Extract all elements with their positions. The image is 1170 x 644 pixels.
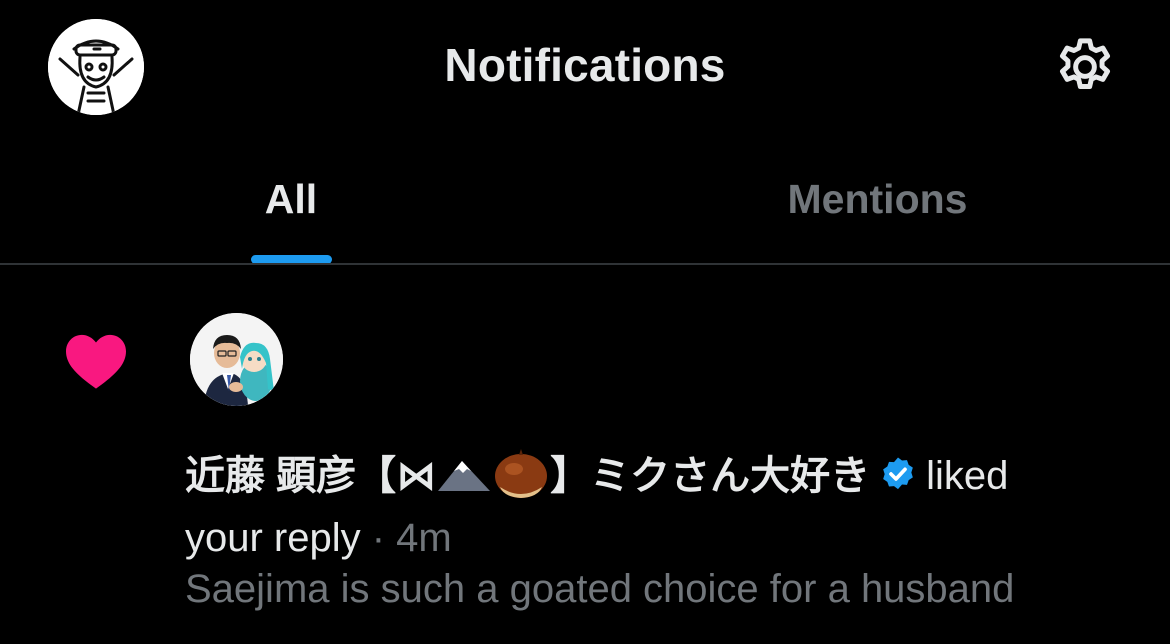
timestamp: 4m: [396, 516, 452, 560]
mountain-emoji-icon: [438, 461, 491, 491]
gear-icon: [1059, 38, 1111, 89]
notification-text: 近藤 顕彦【⋈ 】ミクさん大好き liked your reply · 4m: [185, 445, 1145, 569]
page-title: Notifications: [444, 39, 726, 91]
tab-all-label: All: [264, 175, 318, 222]
reply-preview: Saejima is such a goated choice for a hu…: [185, 567, 1015, 611]
user-name-link[interactable]: 近藤 顕彦【⋈ 】ミクさん大好き: [185, 449, 871, 498]
tab-bar: All Mentions: [0, 134, 1170, 264]
user-name-part1: 近藤 顕彦【⋈: [185, 454, 437, 498]
notification-action: liked: [926, 454, 1009, 498]
tab-mentions[interactable]: Mentions: [585, 134, 1170, 264]
tab-mentions-label: Mentions: [787, 175, 968, 222]
user-photo-icon: [190, 313, 283, 406]
notification-item[interactable]: 近藤 顕彦【⋈ 】ミクさん大好き liked your reply · 4m Saej…: [0, 265, 1170, 644]
settings-button[interactable]: [1052, 34, 1118, 100]
notification-action-target: your reply: [185, 516, 361, 560]
user-avatar[interactable]: [190, 313, 283, 406]
tab-all[interactable]: All: [0, 134, 582, 264]
user-name-part2: 】ミクさん大好き: [550, 454, 871, 498]
separator-dot: ·: [360, 516, 397, 560]
chestnut-emoji-icon: [495, 449, 548, 498]
header: Notifications: [0, 0, 1170, 134]
verified-badge-icon: [883, 457, 913, 490]
heart-icon: [63, 330, 129, 390]
